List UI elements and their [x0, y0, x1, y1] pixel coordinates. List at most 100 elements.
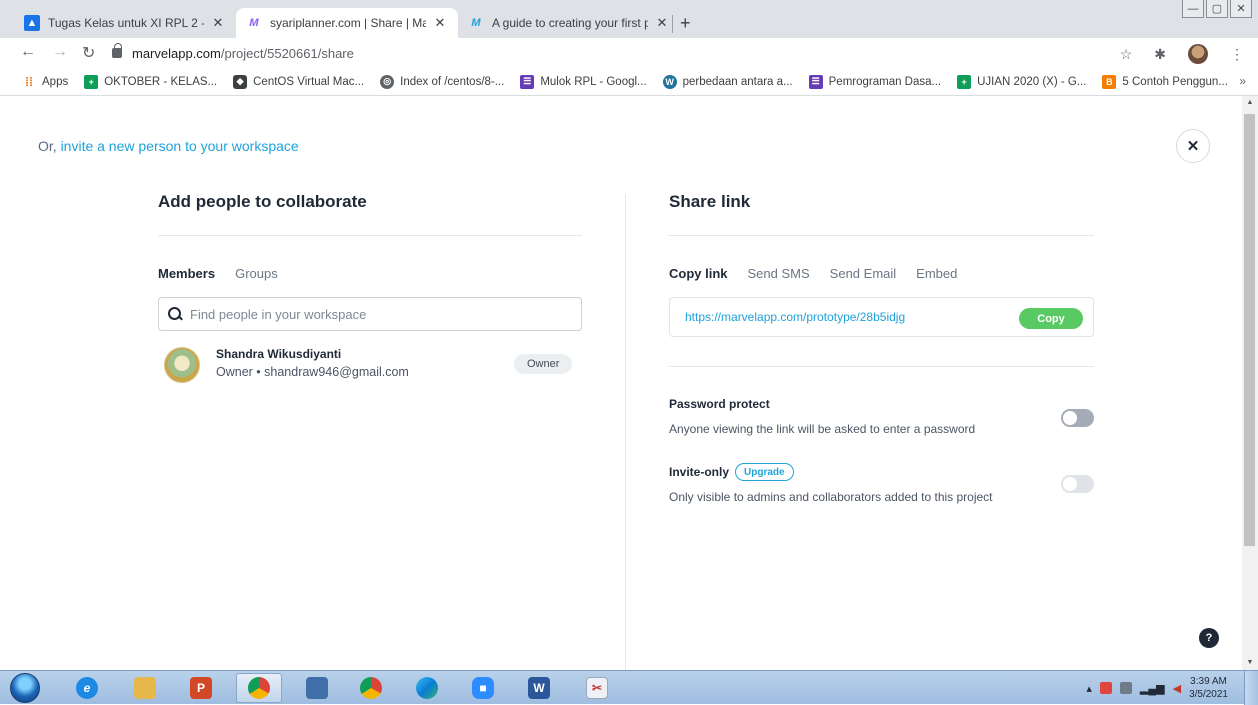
taskbar-app[interactable]: W [516, 673, 562, 703]
forward-arrow-icon[interactable]: → [52, 43, 68, 61]
tab-embed[interactable]: Embed [916, 266, 957, 281]
option-title: Invite-only [669, 465, 730, 479]
reload-icon[interactable]: ↻ [82, 43, 95, 63]
show-desktop-button[interactable] [1244, 671, 1258, 705]
lock-icon [112, 43, 122, 58]
taskbar-app[interactable] [404, 673, 450, 703]
tab-separator [672, 15, 673, 33]
scrollbar-thumb[interactable] [1244, 114, 1255, 546]
help-button[interactable]: ? [1199, 628, 1219, 648]
new-tab-button[interactable]: + [680, 13, 691, 34]
bookmark-label: 5 Contoh Penggun... [1122, 75, 1228, 88]
collaborate-tabs: Members Groups [158, 266, 582, 281]
taskbar-app-active[interactable] [236, 673, 282, 703]
profile-avatar[interactable] [1188, 44, 1208, 64]
cube-icon: ◆ [233, 74, 248, 89]
bookmark-label: UJIAN 2020 (X) - G... [977, 75, 1087, 88]
close-window-button[interactable]: ✕ [1230, 0, 1252, 18]
bookmark-item[interactable]: ☰ Mulok RPL - Googl... [520, 74, 647, 89]
taskbar-app[interactable]: P [178, 673, 224, 703]
share-link-section: Share link Copy link Send SMS Send Email… [669, 192, 1094, 507]
bookmark-apps[interactable]: ⁞⁞ Apps [22, 75, 68, 89]
back-arrow-icon[interactable]: ← [20, 43, 36, 61]
signal-icon[interactable]: ▂▄▆ [1140, 682, 1165, 695]
close-tab-icon[interactable]: ✕ [432, 15, 448, 31]
invite-line: Or, invite a new person to your workspac… [38, 138, 299, 154]
taskbar-app[interactable]: ■ [460, 673, 506, 703]
option-description: Only visible to admins and collaborators… [669, 490, 993, 504]
forms-icon: ☰ [520, 74, 535, 89]
bookmark-star-icon[interactable]: ☆ [1120, 46, 1133, 63]
bookmark-label: Mulok RPL - Googl... [540, 75, 647, 88]
bookmark-item[interactable]: Wperbedaan antara a... [662, 74, 793, 89]
edge-icon [416, 677, 438, 699]
windows-taskbar: e P ■ W ✂ ▴ ▂▄▆ ◀ 3:39 AM 3/5/2021 [0, 670, 1258, 705]
avatar [164, 347, 200, 383]
page-scrollbar[interactable]: ▲ ▼ [1242, 96, 1258, 670]
tab-groups[interactable]: Groups [235, 266, 278, 281]
volume-muted-icon[interactable]: ◀ [1173, 682, 1181, 695]
tray-expand-icon[interactable]: ▴ [1086, 682, 1092, 695]
tab-members[interactable]: Members [158, 266, 215, 281]
invite-new-person-link[interactable]: invite a new person to your workspace [61, 138, 299, 154]
share-link-url[interactable]: https://marvelapp.com/prototype/28b5idjg [685, 310, 905, 324]
bookmark-item[interactable]: ◎ Index of /centos/8-... [380, 74, 505, 89]
bookmark-item[interactable]: + OKTOBER - KELAS... [84, 74, 217, 89]
menu-kebab-icon[interactable]: ⋮ [1230, 46, 1244, 63]
taskbar-app[interactable] [348, 673, 394, 703]
share-link-field[interactable]: https://marvelapp.com/prototype/28b5idjg… [669, 297, 1094, 337]
member-subtitle: Owner • shandraw946@gmail.com [216, 365, 409, 379]
browser-toolbar: ← → ↻ marvelapp.com /project/5520661/sha… [0, 38, 1258, 68]
window-controls: — ▢ ✕ [1182, 0, 1252, 18]
collaborate-section: Add people to collaborate Members Groups… [158, 192, 582, 387]
network-warning-icon[interactable] [1099, 682, 1112, 694]
option-title: Password protect [669, 397, 770, 411]
search-input[interactable]: Find people in your workspace [158, 297, 582, 331]
bookmark-item[interactable]: + UJIAN 2020 (X) - G... [957, 74, 1087, 89]
taskbar-app[interactable]: ✂ [574, 673, 620, 703]
minimize-button[interactable]: — [1182, 0, 1204, 18]
tab-classroom[interactable]: ▲ Tugas Kelas untuk XI RPL 2 - Pro ✕ [14, 8, 236, 38]
start-button[interactable] [10, 673, 40, 703]
tab-send-sms[interactable]: Send SMS [748, 266, 810, 281]
address-bar[interactable]: marvelapp.com /project/5520661/share [112, 41, 1162, 65]
bookmark-item[interactable]: B 5 Contoh Penggun... [1102, 74, 1228, 89]
file-explorer-icon [134, 677, 156, 699]
close-button[interactable]: ✕ [1176, 129, 1210, 163]
section-title: Share link [669, 192, 1094, 236]
extensions-puzzle-icon[interactable]: ✱ [1154, 46, 1166, 63]
upgrade-badge[interactable]: Upgrade [735, 463, 794, 481]
classroom-icon: ▲ [24, 15, 40, 31]
toolbar-actions: ☆ ✱ ⋮ [1120, 44, 1244, 64]
taskbar-app[interactable] [122, 673, 168, 703]
close-tab-icon[interactable]: ✕ [210, 15, 226, 31]
bookmark-item[interactable]: ◆ CentOS Virtual Mac... [233, 74, 364, 89]
bookmark-item[interactable]: ☰ Pemrograman Dasa... [808, 74, 941, 89]
taskbar-app[interactable]: e [64, 673, 110, 703]
sheets-icon: + [84, 74, 99, 89]
clock[interactable]: 3:39 AM 3/5/2021 [1189, 675, 1228, 701]
invite-only-toggle[interactable] [1061, 475, 1094, 493]
copy-button[interactable]: Copy [1019, 308, 1083, 329]
share-tabs: Copy link Send SMS Send Email Embed [669, 266, 1094, 281]
bookmarks-overflow-button[interactable]: » [1239, 74, 1246, 88]
password-protect-toggle[interactable] [1061, 409, 1094, 427]
tab-marvel-share[interactable]: M syariplanner.com | Share | Marvel ✕ [236, 8, 458, 38]
close-tab-icon[interactable]: ✕ [654, 15, 670, 31]
ie-icon: e [76, 677, 98, 699]
clock-time: 3:39 AM [1190, 676, 1227, 687]
scroll-up-arrow-icon[interactable]: ▲ [1242, 96, 1258, 110]
snipping-tool-icon: ✂ [586, 677, 608, 699]
taskbar-app[interactable] [294, 673, 340, 703]
devices-icon[interactable] [1119, 682, 1132, 694]
scroll-down-arrow-icon[interactable]: ▼ [1242, 656, 1258, 670]
tab-send-email[interactable]: Send Email [830, 266, 896, 281]
tab-copy-link[interactable]: Copy link [669, 266, 728, 281]
section-divider [669, 366, 1094, 367]
bookmark-label: Index of /centos/8-... [400, 75, 505, 88]
globe-icon: ◎ [380, 74, 395, 89]
member-row: Shandra Wikusdiyanti Owner • shandraw946… [158, 347, 582, 387]
tab-marvel-guide[interactable]: M A guide to creating your first pro ✕ [458, 8, 680, 38]
apps-grid-icon: ⁞⁞ [25, 74, 33, 89]
maximize-button[interactable]: ▢ [1206, 0, 1228, 18]
